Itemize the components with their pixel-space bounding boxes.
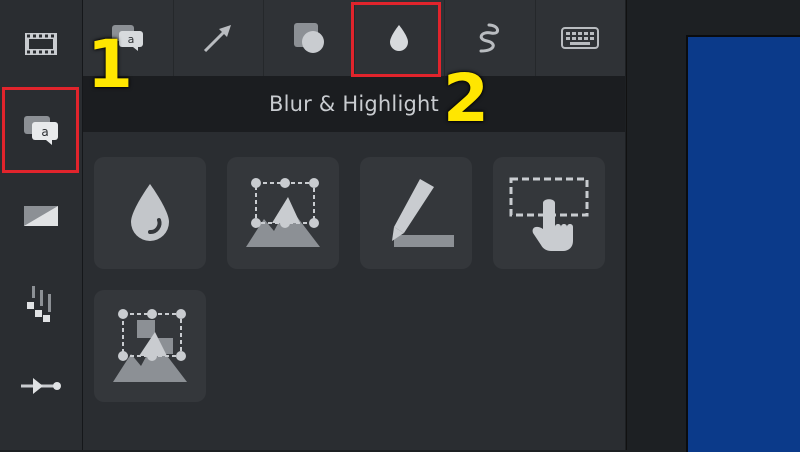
blur-drop-icon	[388, 24, 410, 52]
tab-blur-highlight[interactable]	[355, 0, 445, 76]
rail-item-animations[interactable]	[0, 356, 82, 416]
annotations-icon: a	[22, 114, 60, 146]
highlight-tool-icon	[376, 175, 456, 251]
annotation-type-tabs: a	[83, 0, 625, 76]
transitions-icon	[23, 204, 59, 228]
panel-title: Blur & Highlight	[83, 76, 625, 132]
rail-item-behaviors[interactable]	[0, 272, 82, 332]
interactive-hotspot-icon	[507, 173, 591, 253]
rail-item-annotations[interactable]: a	[0, 100, 82, 160]
spotlight-tool-icon	[109, 306, 191, 386]
svg-text:a: a	[41, 125, 48, 139]
shape-icon	[292, 21, 326, 55]
pixelate-tool-icon	[242, 175, 324, 251]
tile-highlight[interactable]	[360, 157, 472, 269]
film-icon	[24, 30, 58, 58]
arrow-icon	[201, 21, 235, 55]
tool-grid	[83, 132, 625, 450]
callout-number-2: 2	[443, 60, 489, 137]
tab-keystroke[interactable]	[536, 0, 626, 76]
keyboard-icon	[561, 26, 600, 50]
animations-icon	[19, 375, 63, 397]
tile-blur[interactable]	[94, 157, 206, 269]
behaviors-icon	[23, 282, 59, 322]
callout-number-1: 1	[87, 26, 133, 103]
sketch-motion-icon	[475, 21, 505, 55]
tile-pixelate[interactable]	[227, 157, 339, 269]
canvas-preview[interactable]	[686, 35, 800, 452]
tab-shapes[interactable]	[264, 0, 355, 76]
tile-interactive-hotspot[interactable]	[493, 157, 605, 269]
tile-spotlight[interactable]	[94, 290, 206, 402]
left-rail: a	[0, 0, 83, 450]
rail-item-media[interactable]	[0, 14, 82, 74]
blur-tool-icon	[127, 182, 173, 244]
tab-arrows-lines[interactable]	[174, 0, 264, 76]
rail-item-transitions[interactable]	[0, 186, 82, 246]
